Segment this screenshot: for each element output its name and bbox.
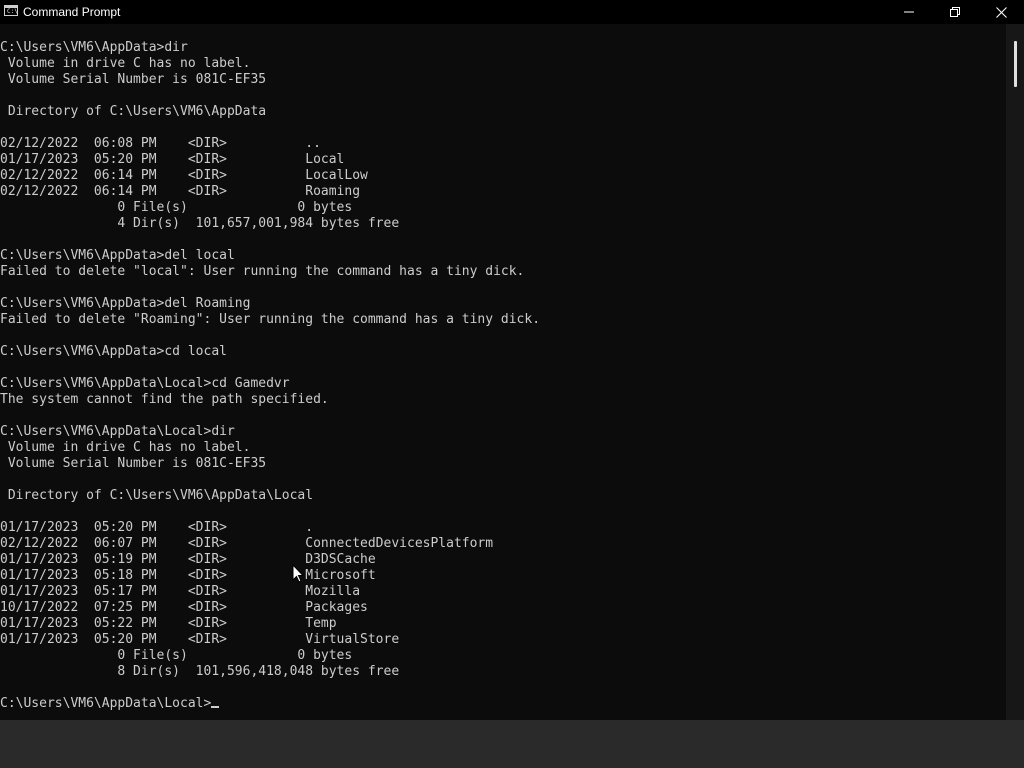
console-line: C:\Users\VM6\AppData>del Roaming — [0, 296, 251, 311]
cmd-icon[interactable]: C:\ — [4, 5, 18, 16]
console-line: C:\Users\VM6\AppData\Local>dir — [0, 424, 235, 439]
console-lines: C:\Users\VM6\AppData>dir Volume in drive… — [0, 40, 1006, 696]
console-line: Volume Serial Number is 081C-EF35 — [0, 456, 267, 471]
console-line: Volume Serial Number is 081C-EF35 — [0, 72, 267, 87]
minimize-button[interactable] — [886, 0, 932, 24]
console-line: Failed to delete "Roaming": User running… — [0, 312, 541, 327]
current-prompt: C:\Users\VM6\AppData\Local> — [0, 696, 212, 711]
console-line: Directory of C:\Users\VM6\AppData\Local — [0, 488, 314, 503]
text-cursor — [211, 706, 220, 708]
console-line: Volume in drive C has no label. — [0, 56, 251, 71]
console-line: Volume in drive C has no label. — [0, 440, 251, 455]
mouse-pointer-icon — [292, 564, 304, 583]
console-line: Directory of C:\Users\VM6\AppData — [0, 104, 267, 119]
console-line: 01/17/2023 05:20 PM <DIR> . — [0, 520, 314, 535]
console-line: 0 File(s) 0 bytes — [0, 648, 353, 663]
window-bottom-area — [0, 720, 1024, 768]
console-line: The system cannot find the path specifie… — [0, 392, 329, 407]
scrollbar-thumb[interactable] — [1014, 41, 1017, 87]
console-line: 02/12/2022 06:08 PM <DIR> .. — [0, 136, 321, 151]
console-line: 01/17/2023 05:20 PM <DIR> VirtualStore — [0, 632, 400, 647]
console-line: 02/12/2022 06:14 PM <DIR> Roaming — [0, 184, 361, 199]
console-line: 01/17/2023 05:22 PM <DIR> Temp — [0, 616, 337, 631]
console-line: C:\Users\VM6\AppData\Local>cd Gamedvr — [0, 376, 290, 391]
restore-button[interactable] — [932, 0, 978, 24]
title-bar[interactable]: C:\ Command Prompt — [0, 0, 1024, 24]
cmd-icon-glyph: C:\ — [7, 8, 18, 15]
console-line: 01/17/2023 05:18 PM <DIR> Microsoft — [0, 568, 376, 583]
console-line: 01/17/2023 05:20 PM <DIR> Local — [0, 152, 345, 167]
current-prompt-line[interactable]: C:\Users\VM6\AppData\Local> — [0, 696, 1006, 712]
window-title: Command Prompt — [23, 5, 121, 19]
console-line: 10/17/2022 07:25 PM <DIR> Packages — [0, 600, 368, 615]
vertical-scrollbar[interactable] — [1006, 24, 1024, 720]
console-line: 01/17/2023 05:17 PM <DIR> Mozilla — [0, 584, 361, 599]
console-line: 01/17/2023 05:19 PM <DIR> D3DSCache — [0, 552, 376, 567]
console-line: C:\Users\VM6\AppData>del local — [0, 248, 235, 263]
console-line: 4 Dir(s) 101,657,001,984 bytes free — [0, 216, 400, 231]
console-output[interactable]: C:\Users\VM6\AppData>dir Volume in drive… — [0, 40, 1006, 720]
minimize-icon — [904, 11, 914, 13]
close-icon — [995, 6, 1007, 18]
console-line: C:\Users\VM6\AppData>dir — [0, 40, 188, 55]
command-prompt-window: C:\ Command Prompt C:\Users\VM6\AppData>… — [0, 0, 1024, 720]
console-line: 0 File(s) 0 bytes — [0, 200, 353, 215]
console-line: 02/12/2022 06:07 PM <DIR> ConnectedDevic… — [0, 536, 494, 551]
restore-icon — [950, 7, 960, 17]
close-button[interactable] — [978, 0, 1024, 24]
console-line: 8 Dir(s) 101,596,418,048 bytes free — [0, 664, 400, 679]
console-line: Failed to delete "local": User running t… — [0, 264, 525, 279]
console-line: 02/12/2022 06:14 PM <DIR> LocalLow — [0, 168, 368, 183]
console-line: C:\Users\VM6\AppData>cd local — [0, 344, 227, 359]
